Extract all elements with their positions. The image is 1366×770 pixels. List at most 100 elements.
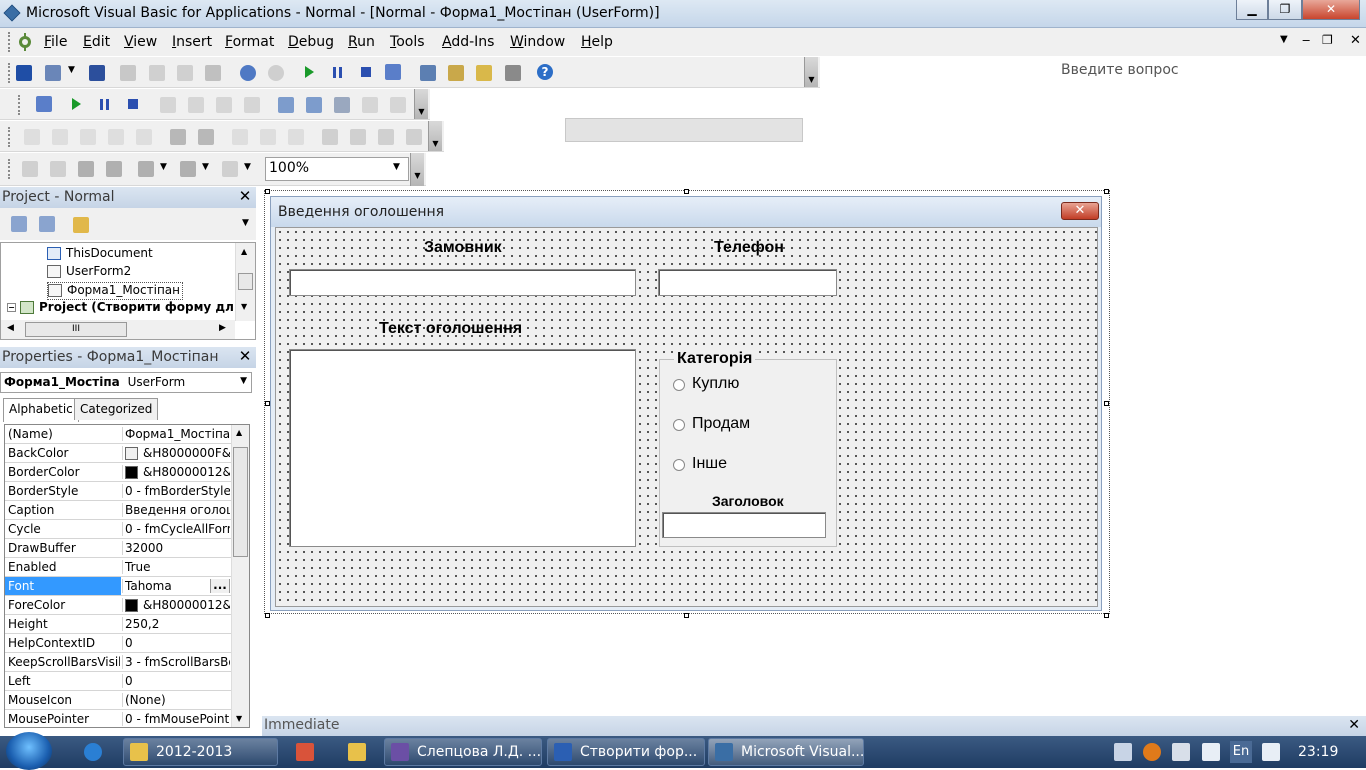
reset-icon[interactable] [361, 67, 371, 77]
taskbar-button-word[interactable]: Створити фор... [547, 738, 705, 766]
step-into-icon[interactable] [188, 97, 204, 113]
power-icon[interactable] [1262, 743, 1280, 761]
toolbar-grip[interactable] [8, 159, 12, 179]
properties-scrollbar[interactable]: ▲ ▼ [231, 425, 249, 727]
property-value[interactable]: Tahoma... [122, 579, 230, 593]
object-dropdown-icon[interactable]: ▼ [240, 376, 247, 386]
resize-handle[interactable] [684, 189, 689, 194]
menu-tools[interactable]: Tools [390, 34, 425, 50]
design-mode-icon[interactable] [36, 96, 52, 112]
break-icon[interactable] [333, 67, 342, 78]
scroll-up-icon[interactable]: ▲ [236, 428, 242, 437]
property-row[interactable]: DrawBuffer 32000 [5, 539, 231, 558]
userform-window[interactable]: Введення оголошення ✕ Замовник Телефон Т… [270, 196, 1102, 611]
tree-item-userform2[interactable]: UserForm2 [47, 264, 131, 282]
size-dropdown-icon[interactable]: ▼ [244, 162, 251, 172]
save-icon[interactable] [89, 65, 105, 81]
run-icon[interactable] [72, 98, 81, 110]
step-out-icon[interactable] [244, 97, 260, 113]
property-row[interactable]: BorderStyle 0 - fmBorderStyleN [5, 482, 231, 501]
scroll-down-icon[interactable]: ▼ [241, 302, 247, 311]
clear-bookmarks-icon[interactable] [406, 129, 422, 145]
next-bookmark-icon[interactable] [350, 129, 366, 145]
property-value[interactable]: &H8000000F& [122, 446, 230, 460]
menu-view[interactable]: View [124, 34, 157, 50]
project-explorer-icon[interactable] [420, 65, 436, 81]
property-row[interactable]: HelpContextID 0 [5, 634, 231, 653]
tree-item-project[interactable]: − Project (Створити форму дл [7, 300, 234, 318]
label-heading[interactable]: Заголовок [712, 493, 784, 509]
toolbar-grip[interactable] [8, 63, 12, 83]
property-row[interactable]: Height 250,2 [5, 615, 231, 634]
property-value[interactable]: 0 - fmMousePointe [122, 712, 230, 726]
toolbox-icon[interactable] [505, 65, 521, 81]
mdi-minimize-button[interactable]: ‒ [1302, 33, 1310, 48]
internet-explorer-icon[interactable] [84, 743, 102, 761]
property-value[interactable]: True [122, 560, 230, 574]
property-row[interactable]: Font Tahoma... [5, 577, 231, 596]
toolbar-options-icon[interactable]: ▼ [410, 153, 424, 186]
toggle-breakpoint-icon[interactable] [160, 97, 176, 113]
label-phone[interactable]: Телефон [714, 239, 784, 257]
properties-close-button[interactable]: ✕ [236, 348, 254, 366]
tree-item-thisdocument[interactable]: ThisDocument [47, 246, 153, 264]
userform-canvas[interactable]: Замовник Телефон Текст оголошення Катего… [275, 227, 1098, 607]
property-value[interactable]: Форма1_Мостіпан [122, 427, 230, 441]
maximize-button[interactable]: ❐ [1268, 0, 1302, 20]
scroll-down-icon[interactable]: ▼ [236, 714, 242, 723]
step-over-icon[interactable] [216, 97, 232, 113]
insert-userform-icon[interactable] [45, 65, 61, 81]
scroll-thumb[interactable] [238, 273, 253, 290]
cut-icon[interactable] [120, 65, 136, 81]
help-icon[interactable]: ? [537, 64, 553, 80]
immediate-close-button[interactable]: ✕ [1348, 717, 1360, 733]
call-stack-icon[interactable] [390, 97, 406, 113]
start-button[interactable] [6, 732, 52, 770]
textbox-heading[interactable] [662, 512, 826, 538]
zoom-dropdown-icon[interactable]: ▼ [393, 162, 400, 172]
minimize-button[interactable]: ▁ [1236, 0, 1268, 20]
align-dropdown-icon[interactable]: ▼ [160, 162, 167, 172]
property-value[interactable]: 32000 [122, 541, 230, 555]
frame-category[interactable]: Категорія Куплю Продам Інше Заголовок [659, 350, 837, 547]
taskbar-button-document[interactable]: Слепцова Л.Д. ... [384, 738, 542, 766]
mdi-close-button[interactable]: ✕ [1350, 33, 1361, 48]
toolbar-options-icon[interactable]: ▼ [804, 57, 818, 87]
textbox-customer[interactable] [289, 269, 636, 296]
property-row[interactable]: Cycle 0 - fmCycleAllForm [5, 520, 231, 539]
resize-handle[interactable] [1104, 401, 1109, 406]
menu-add-ins[interactable]: Add-Ins [442, 34, 494, 50]
properties-window-icon[interactable] [448, 65, 464, 81]
make-same-size-icon[interactable] [222, 161, 238, 177]
locals-window-icon[interactable] [278, 97, 294, 113]
menu-grip[interactable] [8, 32, 12, 52]
paste-icon[interactable] [177, 65, 193, 81]
property-row[interactable]: BackColor &H8000000F& [5, 444, 231, 463]
font-ellipsis-button[interactable]: ... [210, 579, 230, 593]
toolbar-grip[interactable] [8, 127, 12, 147]
property-row[interactable]: Caption Введення оголош [5, 501, 231, 520]
help-dropdown-icon[interactable]: ▼ [1280, 34, 1288, 45]
quick-watch-icon[interactable] [362, 97, 378, 113]
option-buy-radio[interactable] [673, 379, 685, 391]
project-toolbar-options-icon[interactable]: ▼ [242, 218, 249, 228]
property-value[interactable]: 250,2 [122, 617, 230, 631]
indent-icon[interactable] [170, 129, 186, 145]
toolbar-options-icon[interactable]: ▼ [428, 121, 442, 151]
volume-icon[interactable] [1172, 743, 1190, 761]
help-question-input[interactable]: Введите вопрос [1056, 60, 1302, 82]
property-value[interactable]: &H80000012& [122, 598, 230, 612]
property-value[interactable]: 0 [122, 636, 230, 650]
outdent-icon[interactable] [198, 129, 214, 145]
comment-block-icon[interactable] [260, 129, 276, 145]
explorer-icon[interactable] [348, 743, 366, 761]
property-row[interactable]: Enabled True [5, 558, 231, 577]
copy-icon[interactable] [149, 65, 165, 81]
uncomment-block-icon[interactable] [288, 129, 304, 145]
resize-handle[interactable] [265, 613, 270, 618]
close-button[interactable]: ✕ [1302, 0, 1360, 20]
group-icon[interactable] [78, 161, 94, 177]
scroll-up-icon[interactable]: ▲ [241, 247, 247, 256]
project-horizontal-scrollbar[interactable]: ◀ III ▶ [1, 320, 235, 339]
option-sell-radio[interactable] [673, 419, 685, 431]
